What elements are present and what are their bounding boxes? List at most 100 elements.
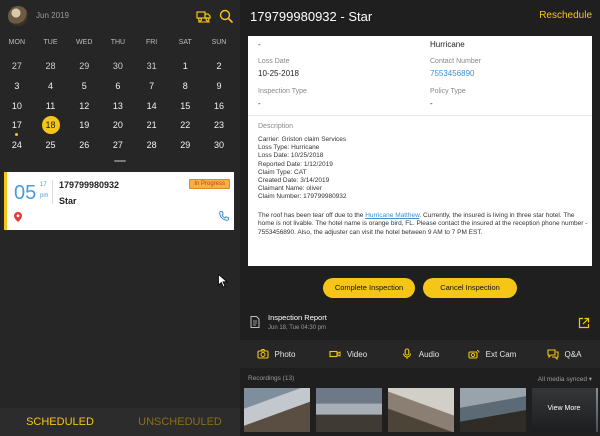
recording-thumbnail[interactable] bbox=[316, 388, 382, 432]
recording-thumbnail[interactable] bbox=[244, 388, 310, 432]
calendar-day[interactable]: 4 bbox=[34, 77, 68, 95]
calendar-day[interactable]: 15 bbox=[168, 97, 202, 115]
calendar-day[interactable]: 29 bbox=[67, 57, 101, 75]
cancel-inspection-button[interactable]: Cancel Inspection bbox=[423, 278, 517, 298]
calendar-day[interactable]: 21 bbox=[135, 116, 169, 134]
appointment-number: 179799980932 bbox=[59, 180, 120, 190]
calendar-day[interactable]: 12 bbox=[67, 97, 101, 115]
calendar-day[interactable]: 31 bbox=[135, 57, 169, 75]
calendar-week: 17 18 19 20 21 22 23 bbox=[0, 116, 240, 136]
policy-type-value: - bbox=[430, 99, 433, 108]
month-label[interactable]: Jun 2019 bbox=[36, 11, 69, 20]
recording-thumbnail[interactable] bbox=[388, 388, 454, 432]
calendar-day[interactable]: 1 bbox=[168, 57, 202, 75]
calendar-day[interactable]: 30 bbox=[101, 57, 135, 75]
recordings-count: Recordings (13) bbox=[248, 375, 295, 382]
video-button[interactable]: Video bbox=[312, 340, 384, 368]
calendar-day[interactable]: 11 bbox=[34, 97, 68, 115]
weekday-label: TUE bbox=[43, 39, 58, 46]
contact-label: Contact Number bbox=[430, 58, 481, 65]
appointment-card[interactable]: 05 17 pm 179799980932 Star In Progress bbox=[4, 172, 234, 230]
calendar-day[interactable]: 7 bbox=[135, 77, 169, 95]
ext-cam-button[interactable]: Ext Cam bbox=[456, 340, 528, 368]
calendar-day[interactable]: 19 bbox=[67, 116, 101, 134]
location-pin-icon[interactable] bbox=[14, 212, 22, 222]
description-text: The roof has been tear off due to the bbox=[258, 212, 366, 219]
calendar-day[interactable]: 26 bbox=[67, 136, 101, 154]
video-label: Video bbox=[346, 349, 368, 359]
reschedule-button[interactable]: Reschedule bbox=[539, 10, 592, 21]
hurricane-link[interactable]: Hurricane Matthew bbox=[365, 212, 419, 219]
view-more-label: View More bbox=[547, 405, 581, 412]
tab-scheduled[interactable]: SCHEDULED bbox=[0, 408, 120, 436]
description-paragraph: The roof has been tear off due to the Hu… bbox=[258, 212, 588, 237]
truck-filter-icon[interactable] bbox=[196, 8, 212, 24]
top-left-value: - bbox=[258, 40, 261, 49]
description-line: Carrier: Griston claim Services bbox=[258, 136, 347, 143]
calendar-day[interactable]: 22 bbox=[168, 116, 202, 134]
calendar-day[interactable]: 20 bbox=[101, 116, 135, 134]
detail-header: 179799980932 - Star Reschedule bbox=[240, 0, 600, 34]
calendar-day[interactable]: 2 bbox=[202, 57, 236, 75]
calendar-day[interactable]: 27 bbox=[0, 57, 34, 75]
selected-day-label: 18 bbox=[41, 116, 60, 134]
recording-thumbnail[interactable] bbox=[460, 388, 526, 432]
photo-button[interactable]: Photo bbox=[240, 340, 312, 368]
report-title: Inspection Report bbox=[268, 313, 327, 322]
weekday-header: MON TUE WED THU FRI SAT SUN bbox=[0, 39, 240, 46]
calendar-day[interactable]: 23 bbox=[202, 116, 236, 134]
appointment-name: Star bbox=[59, 196, 77, 206]
view-more-button[interactable]: View More bbox=[532, 388, 598, 432]
open-external-icon[interactable] bbox=[578, 317, 590, 329]
avatar[interactable] bbox=[8, 6, 28, 26]
recordings-header: Recordings (13) All media synced ▾ bbox=[240, 372, 600, 386]
calendar-day[interactable]: 13 bbox=[101, 97, 135, 115]
calendar-day[interactable]: 5 bbox=[67, 77, 101, 95]
calendar-day[interactable]: 14 bbox=[135, 97, 169, 115]
appointment-ampm: pm bbox=[40, 193, 49, 199]
description-line: Reported Date: 1/12/2019 bbox=[258, 160, 333, 168]
calendar-day[interactable]: 30 bbox=[202, 136, 236, 154]
calendar-day[interactable]: 28 bbox=[135, 136, 169, 154]
description-line: Claimant Name: oliver bbox=[258, 185, 322, 193]
calendar-day[interactable]: 16 bbox=[202, 97, 236, 115]
app-root: Jun 2019 MON TUE WED THU FRI SAT SUN 27 bbox=[0, 0, 600, 436]
description-line: Created Date: 3/14/2019 bbox=[258, 177, 330, 185]
contact-number-link[interactable]: 7553456890 bbox=[430, 69, 475, 78]
camera-icon bbox=[256, 349, 269, 359]
phone-icon[interactable] bbox=[218, 210, 230, 222]
calendar-day[interactable]: 27 bbox=[101, 136, 135, 154]
inspection-report-row[interactable]: Inspection Report Jun 18, Tue 04:30 pm bbox=[248, 308, 592, 340]
qa-button[interactable]: Q&A bbox=[528, 340, 600, 368]
calendar-day-selected[interactable]: 18 bbox=[34, 116, 68, 134]
inspection-type-value: - bbox=[258, 99, 261, 108]
loss-date-label: Loss Date bbox=[258, 58, 290, 65]
description-list: Carrier: Griston claim Services Loss Typ… bbox=[258, 136, 347, 202]
calendar-day[interactable]: 24 bbox=[0, 136, 34, 154]
divider bbox=[248, 115, 592, 116]
audio-button[interactable]: Audio bbox=[384, 340, 456, 368]
sync-status-dropdown[interactable]: All media synced ▾ bbox=[538, 375, 592, 383]
external-camera-icon bbox=[468, 350, 480, 359]
calendar-day[interactable]: 29 bbox=[168, 136, 202, 154]
calendar-day[interactable]: 28 bbox=[34, 57, 68, 75]
calendar-day[interactable]: 10 bbox=[0, 97, 34, 115]
chat-icon bbox=[546, 349, 559, 360]
calendar-day[interactable]: 9 bbox=[202, 77, 236, 95]
inspection-type-label: Inspection Type bbox=[258, 88, 307, 95]
document-icon bbox=[250, 316, 260, 328]
calendar-drag-handle[interactable] bbox=[114, 160, 126, 162]
tab-unscheduled[interactable]: UNSCHEDULED bbox=[120, 408, 240, 436]
calendar-day[interactable]: 6 bbox=[101, 77, 135, 95]
calendar-day[interactable]: 8 bbox=[168, 77, 202, 95]
claim-details-card: - Hurricane Loss Date 10-25-2018 Contact… bbox=[248, 36, 592, 266]
calendar-day[interactable]: 17 bbox=[0, 116, 34, 136]
description-line: Loss Date: 10/25/2018 bbox=[258, 152, 324, 160]
weekday-label: FRI bbox=[145, 39, 158, 46]
calendar-day[interactable]: 25 bbox=[34, 136, 68, 154]
page-title: 179799980932 - Star bbox=[250, 9, 373, 24]
search-icon[interactable] bbox=[218, 8, 234, 24]
audio-label: Audio bbox=[418, 349, 440, 359]
calendar-day[interactable]: 3 bbox=[0, 77, 34, 95]
complete-inspection-button[interactable]: Complete Inspection bbox=[323, 278, 415, 298]
